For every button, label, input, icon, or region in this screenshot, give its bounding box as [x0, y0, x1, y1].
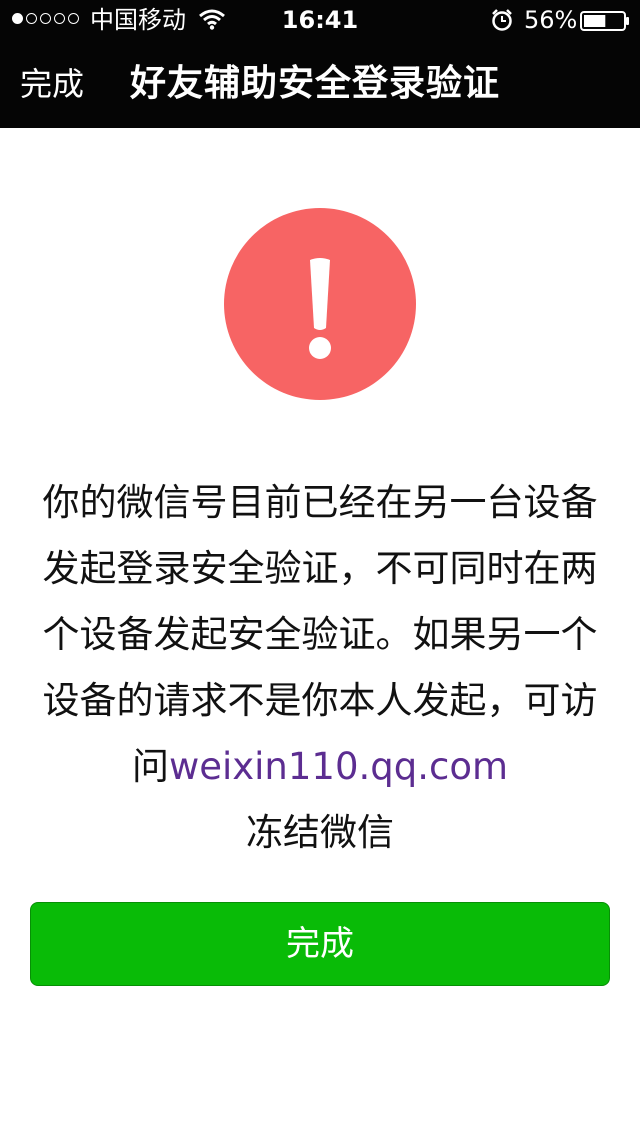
exclamation-icon — [309, 258, 331, 359]
top-bar: 中国移动 16:41 56% 完成 好友辅助安全登录验证 — [0, 0, 640, 128]
message-text-end: 冻结微信 — [246, 811, 394, 854]
warning-badge — [224, 208, 416, 400]
message-text: 你的微信号目前已经在另一台设备发起登录安全验证，不可同时在两个设备发起安全验证。… — [42, 481, 598, 788]
battery-icon — [580, 11, 629, 31]
battery-percent: 56% — [524, 6, 578, 34]
alarm-clock-icon — [492, 9, 512, 31]
freeze-account-link[interactable]: weixin110.qq.com — [169, 745, 508, 788]
done-button[interactable]: 完成 — [30, 902, 610, 986]
page-title: 好友辅助安全登录验证 — [130, 63, 501, 104]
warning-message: 你的微信号目前已经在另一台设备发起登录安全验证，不可同时在两个设备发起安全验证。… — [30, 470, 610, 866]
status-bar: 中国移动 16:41 56% — [0, 0, 640, 40]
nav-done-button[interactable]: 完成 — [20, 62, 84, 106]
